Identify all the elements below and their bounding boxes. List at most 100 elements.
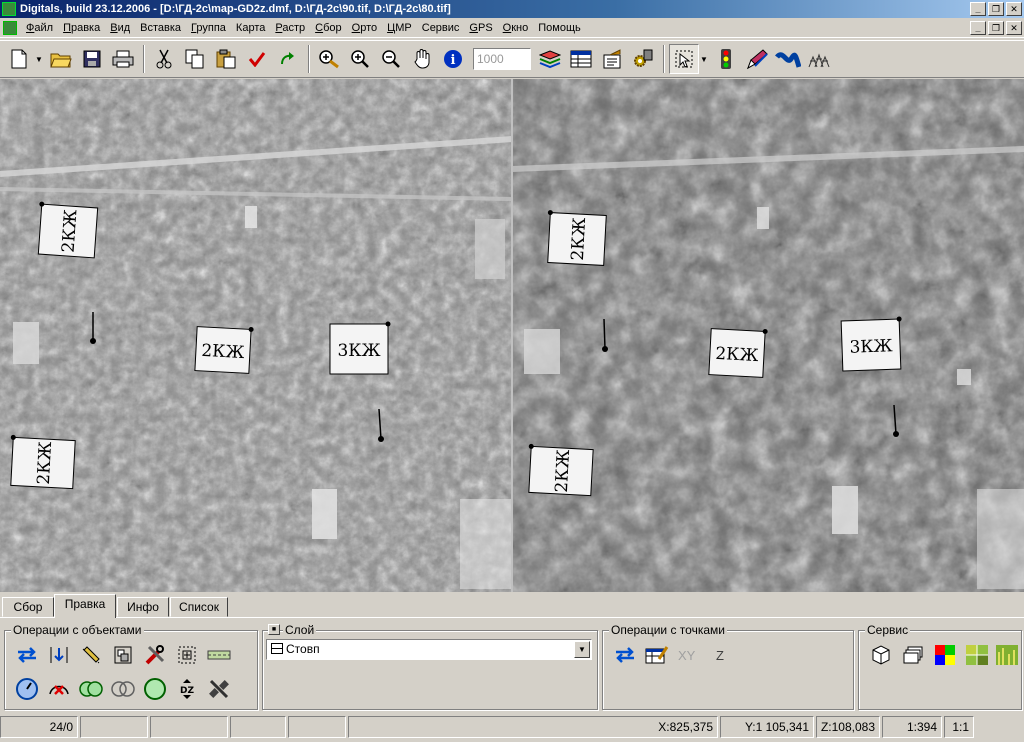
union-icon[interactable] <box>78 676 104 702</box>
right-raster-view[interactable]: 2КЖ 2КЖ 3КЖ 2КЖ <box>512 79 1024 592</box>
image-split-icon[interactable] <box>964 642 990 668</box>
menu-item[interactable]: Группа <box>186 18 231 38</box>
image-tiles-icon[interactable] <box>994 642 1020 668</box>
scale-input[interactable]: 1000 <box>473 48 531 70</box>
left-label-text: 2КЖ <box>201 341 245 363</box>
intersect-icon[interactable] <box>110 676 136 702</box>
menu-item[interactable]: Растр <box>270 18 310 38</box>
pencil-icon[interactable] <box>742 44 772 74</box>
tab-sbor[interactable]: Сбор <box>2 597 54 617</box>
minimize-button[interactable]: _ <box>970 2 986 16</box>
new-file-icon[interactable] <box>4 44 34 74</box>
delete-arc-icon[interactable] <box>46 676 72 702</box>
pan-hand-icon[interactable] <box>407 44 437 74</box>
close-button[interactable]: ✕ <box>1006 2 1022 16</box>
right-label-box[interactable]: 3КЖ <box>840 316 903 372</box>
color-grid-icon[interactable] <box>932 642 958 668</box>
menu-item-accelerator: О <box>351 21 361 34</box>
chevron-down-icon[interactable]: ▼ <box>574 641 590 658</box>
curve-icon[interactable] <box>773 44 803 74</box>
menu-item[interactable]: Сервис <box>417 18 465 38</box>
menu-item[interactable]: GPS <box>464 18 497 38</box>
frame-object-icon[interactable] <box>110 642 136 668</box>
menu-item-label: руппа <box>196 21 226 34</box>
menu-item[interactable]: Файл <box>21 18 58 38</box>
satellite-icon[interactable] <box>206 676 232 702</box>
toolbar-separator <box>308 45 310 73</box>
view-splitter[interactable] <box>511 79 513 592</box>
right-label-box[interactable]: 2КЖ <box>545 210 607 266</box>
layer-select[interactable]: Стовп ▼ <box>266 639 592 660</box>
layers-icon[interactable] <box>535 44 565 74</box>
menu-item[interactable]: Сбор <box>310 18 347 38</box>
select-dropdown[interactable]: ▼ <box>700 55 708 64</box>
tools-icon[interactable] <box>142 642 168 668</box>
menu-item[interactable]: Орто <box>347 18 382 38</box>
left-raster-view[interactable]: 2КЖ 2КЖ 3КЖ 2КЖ <box>0 79 512 592</box>
doc-minimize-button[interactable]: _ <box>970 21 986 35</box>
left-label-box[interactable]: 2КЖ <box>8 434 76 490</box>
left-label-box[interactable]: 2КЖ <box>36 201 99 259</box>
check-icon[interactable] <box>242 44 272 74</box>
doc-restore-button[interactable]: ❐ <box>988 21 1004 35</box>
points-xy-button[interactable]: XY <box>678 648 695 663</box>
add-raster-icon[interactable] <box>314 44 344 74</box>
stack-icon[interactable] <box>900 642 926 668</box>
right-label-box[interactable]: 2КЖ <box>708 326 768 378</box>
line-segment-icon[interactable] <box>206 642 232 668</box>
layer-pin-button[interactable]: ■ <box>268 624 280 635</box>
bottom-tabs: Сбор Правка Инфо Список <box>0 594 1024 618</box>
menu-item[interactable]: Помощь <box>533 18 586 38</box>
point-table-edit-icon[interactable] <box>644 642 670 668</box>
document-icon[interactable] <box>3 20 17 35</box>
tab-spisok[interactable]: Список <box>170 597 228 617</box>
save-icon[interactable] <box>77 44 107 74</box>
zoom-out-icon[interactable] <box>376 44 406 74</box>
point-swap-icon[interactable] <box>612 642 638 668</box>
zoom-in-icon[interactable] <box>345 44 375 74</box>
dz-height-icon[interactable]: DZ <box>174 676 200 702</box>
svg-text:i: i <box>451 53 456 68</box>
redo-icon[interactable] <box>273 44 303 74</box>
forest-icon[interactable] <box>804 44 834 74</box>
doc-close-button[interactable]: ✕ <box>1006 21 1022 35</box>
cut-icon[interactable] <box>149 44 179 74</box>
swap-direction-icon[interactable] <box>14 642 40 668</box>
table-icon[interactable] <box>566 44 596 74</box>
paste-icon[interactable] <box>211 44 241 74</box>
fit-object-icon[interactable] <box>174 642 200 668</box>
menu-item[interactable]: Окно <box>498 18 534 38</box>
menu-item[interactable]: ЦМР <box>382 18 417 38</box>
svg-text:DZ: DZ <box>180 686 194 696</box>
menu-item-accelerator: G <box>469 21 478 34</box>
points-z-button[interactable]: Z <box>716 648 724 663</box>
select-pointer-icon[interactable] <box>669 44 699 74</box>
open-folder-icon[interactable] <box>46 44 76 74</box>
new-file-dropdown[interactable]: ▼ <box>35 55 43 64</box>
menu-item[interactable]: Карта <box>231 18 270 38</box>
objects-operations-label: Операции с объектами <box>11 623 144 637</box>
left-label-box[interactable]: 3КЖ <box>329 321 391 375</box>
restore-button[interactable]: ❐ <box>988 2 1004 16</box>
menu-item[interactable]: Правка <box>58 18 105 38</box>
traffic-light-icon[interactable] <box>711 44 741 74</box>
circle-object-icon[interactable] <box>142 676 168 702</box>
layer-label: Слой <box>283 623 317 637</box>
tab-info[interactable]: Инфо <box>117 597 169 617</box>
right-label-box[interactable]: 2КЖ <box>526 443 594 497</box>
print-icon[interactable] <box>108 44 138 74</box>
stereo-image-views[interactable]: 2КЖ 2КЖ 3КЖ 2КЖ 2КЖ 2КЖ 3КЖ 2КЖ <box>0 79 1024 592</box>
rotate-clock-icon[interactable] <box>14 676 40 702</box>
info-icon[interactable]: i <box>438 44 468 74</box>
edit-line-icon[interactable] <box>78 642 104 668</box>
copy-icon[interactable] <box>180 44 210 74</box>
left-label-box[interactable]: 2КЖ <box>194 324 254 374</box>
menu-item[interactable]: Вид <box>105 18 135 38</box>
menu-item[interactable]: Вставка <box>135 18 186 38</box>
tab-pravka[interactable]: Правка <box>54 594 116 618</box>
settings-icon[interactable] <box>628 44 658 74</box>
insert-vertex-icon[interactable] <box>46 642 72 668</box>
cube-icon[interactable] <box>868 642 894 668</box>
properties-icon[interactable] <box>597 44 627 74</box>
left-label-vertex[interactable] <box>385 321 391 327</box>
